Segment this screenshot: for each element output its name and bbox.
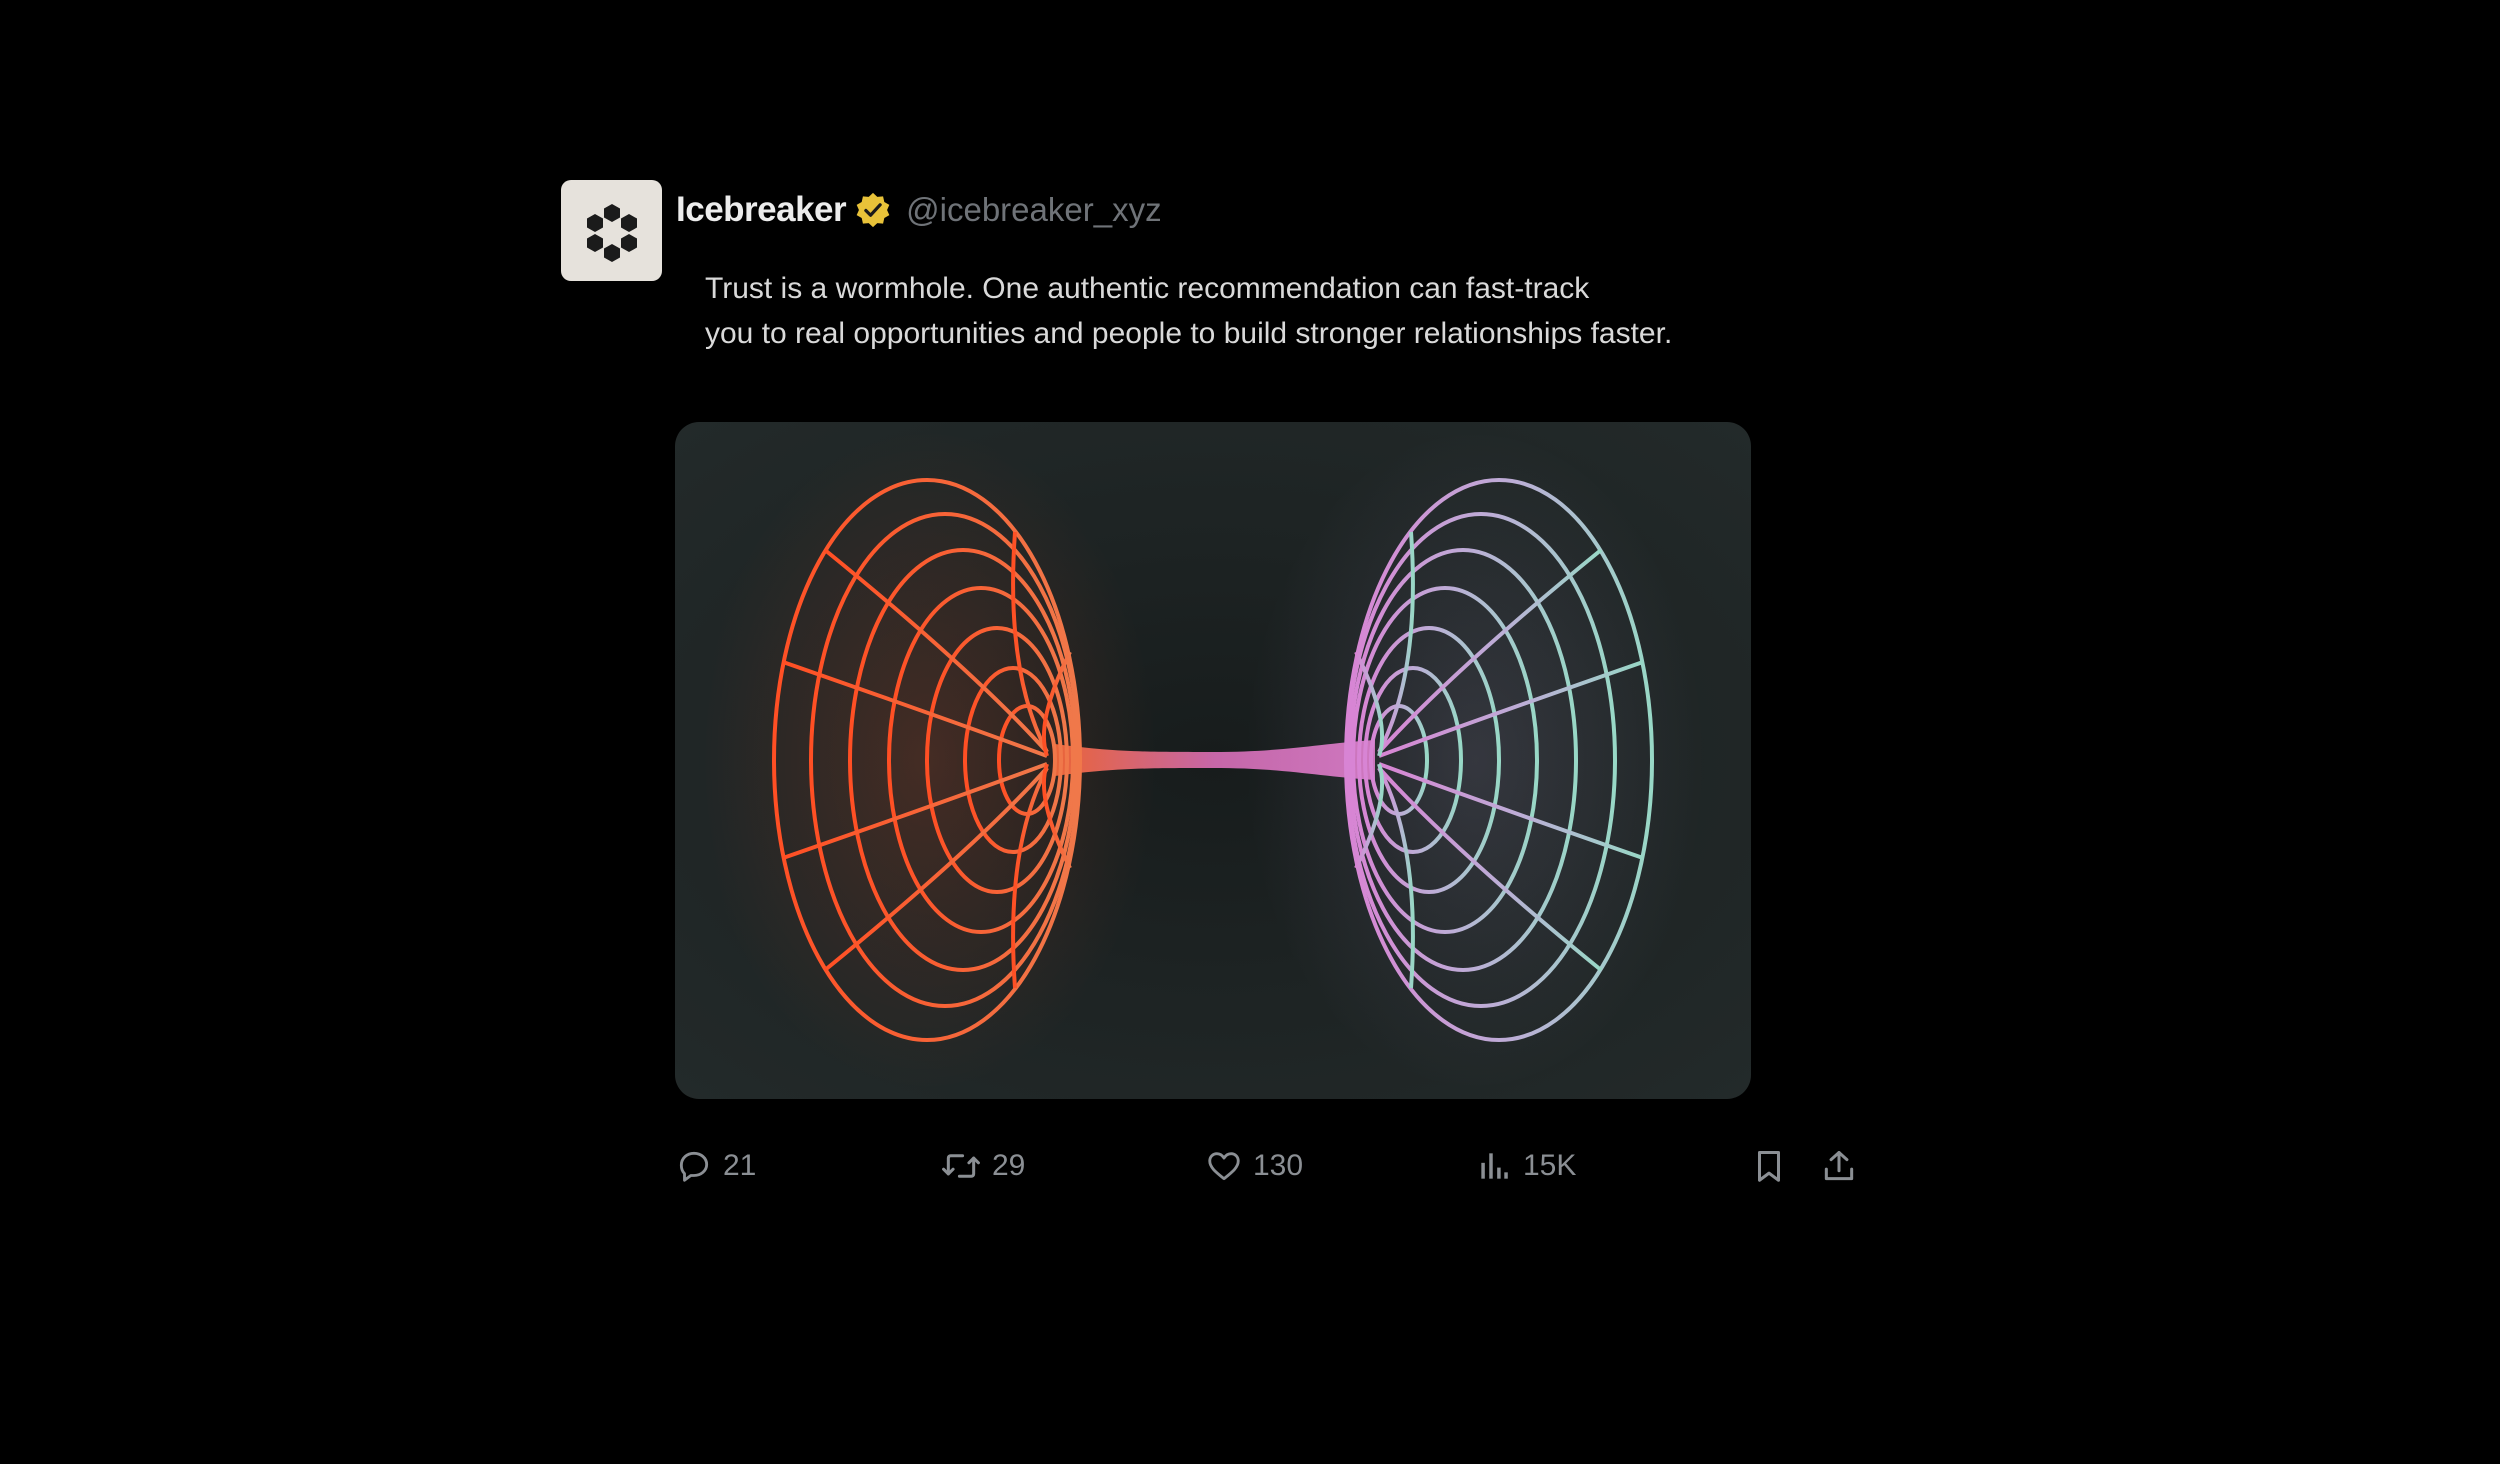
views-count: 15K — [1523, 1149, 1577, 1182]
bookmark-button[interactable] — [1750, 1140, 1788, 1192]
views-button[interactable]: 15K — [1475, 1140, 1576, 1192]
share-button[interactable] — [1820, 1140, 1858, 1192]
tweet-text: Trust is a wormhole. One authentic recom… — [705, 266, 1805, 356]
share-icon — [1824, 1151, 1854, 1181]
reply-button[interactable]: 21 — [675, 1140, 756, 1192]
bookmark-icon — [1757, 1151, 1781, 1182]
retweet-icon — [942, 1154, 980, 1178]
wormhole-illustration — [697, 430, 1705, 1090]
retweet-count: 29 — [992, 1149, 1026, 1182]
reply-count: 21 — [723, 1149, 757, 1182]
tweet-card[interactable]: Icebreaker @icebreaker_xyz Trust is a wo… — [561, 180, 1941, 1240]
hexagon-cluster-logo-icon — [586, 203, 637, 262]
reply-icon — [679, 1151, 709, 1182]
tweet-media[interactable] — [675, 422, 1751, 1099]
like-button[interactable]: 130 — [1205, 1140, 1303, 1192]
heart-icon — [1208, 1152, 1240, 1181]
views-chart-icon — [1481, 1153, 1508, 1179]
tweet-actions-bar: 21 29 130 15K — [675, 1140, 1875, 1192]
avatar[interactable] — [561, 180, 662, 281]
author-handle[interactable]: @icebreaker_xyz — [906, 191, 1161, 229]
tweet-header: Icebreaker @icebreaker_xyz — [676, 186, 1162, 234]
author-display-name[interactable]: Icebreaker — [676, 190, 847, 230]
tweet-text-line-2: you to real opportunities and people to … — [705, 317, 1673, 350]
retweet-button[interactable]: 29 — [940, 1140, 1025, 1192]
verified-badge-icon — [856, 192, 890, 228]
tweet-text-line-1: Trust is a wormhole. One authentic recom… — [705, 272, 1590, 305]
like-count: 130 — [1253, 1149, 1304, 1182]
